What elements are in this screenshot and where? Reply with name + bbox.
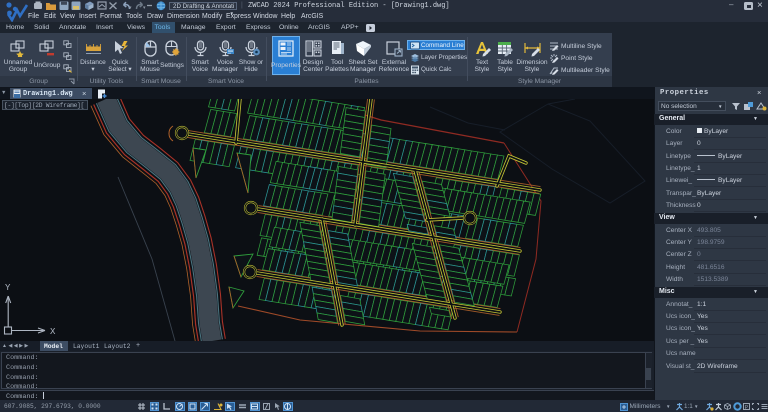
svg-text:Y: Y	[5, 283, 11, 293]
svg-text:X: X	[50, 327, 56, 337]
